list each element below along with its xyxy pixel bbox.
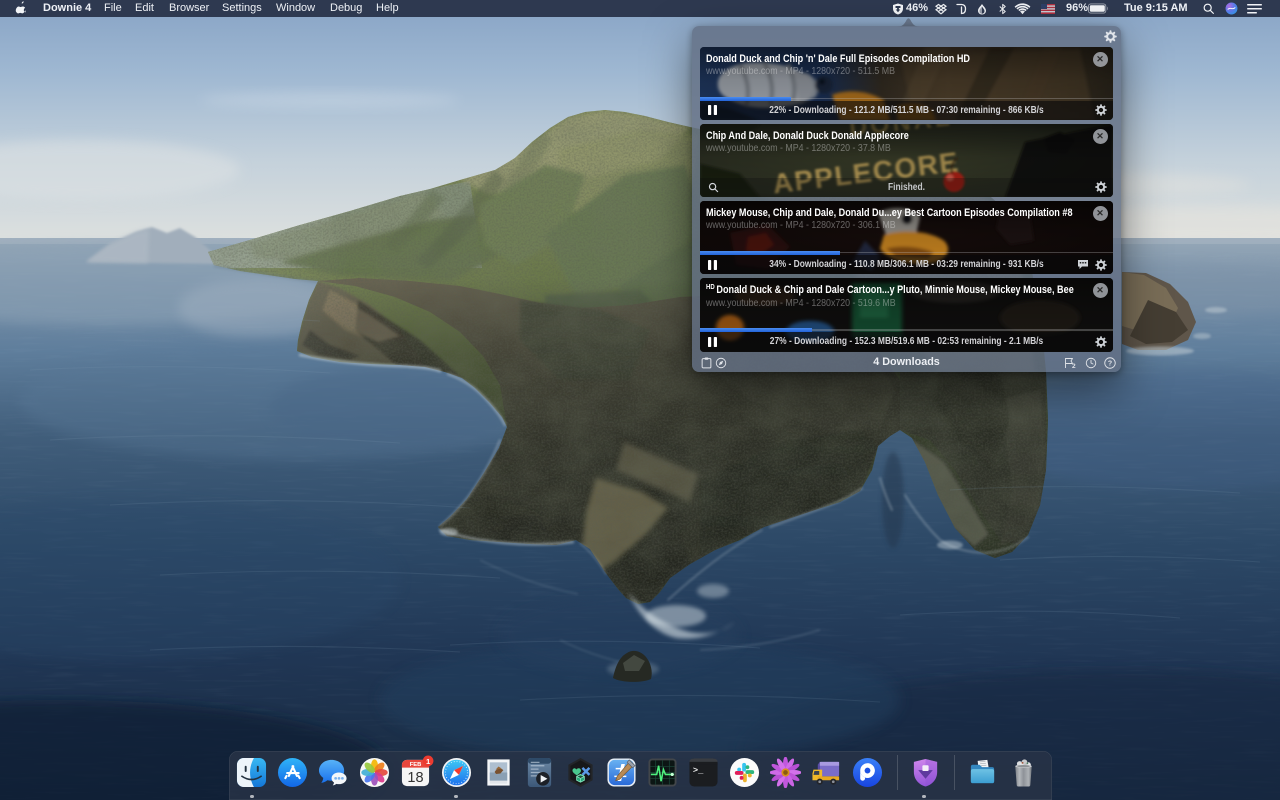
svg-text:1: 1 bbox=[426, 757, 431, 766]
svg-text:18: 18 bbox=[408, 770, 424, 786]
svg-text:?: ? bbox=[1108, 360, 1112, 367]
svg-text:FEB: FEB bbox=[410, 762, 422, 768]
svg-text:>_: >_ bbox=[693, 766, 704, 776]
svg-text:2: 2 bbox=[1072, 363, 1076, 369]
